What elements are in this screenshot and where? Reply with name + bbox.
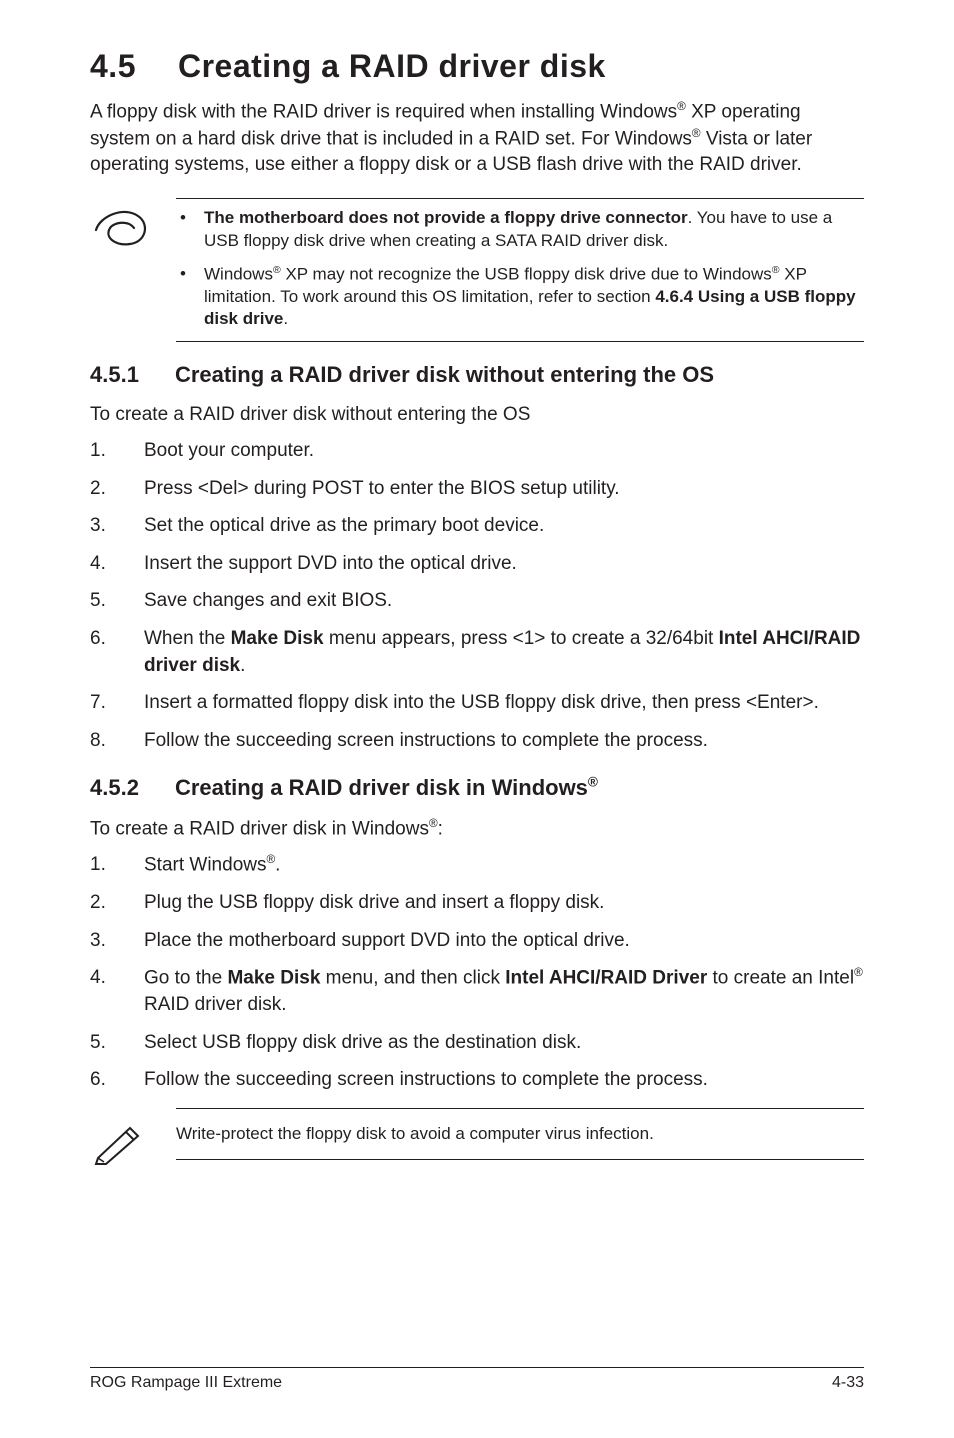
note-icon-cell — [90, 1108, 176, 1166]
page-root: 4.5 Creating a RAID driver disk A floppy … — [0, 0, 954, 1438]
tip-item: The motherboard does not provide a flopp… — [204, 207, 864, 252]
step-item: Start Windows®. — [90, 852, 864, 879]
tip-list: The motherboard does not provide a flopp… — [176, 207, 864, 331]
step-item: Boot your computer. — [90, 438, 864, 465]
step-item: Follow the succeeding screen instruction… — [90, 728, 864, 755]
subsection1-steps: Boot your computer. Press <Del> during PO… — [90, 438, 864, 754]
subsection-title-text: Creating a RAID driver disk without ente… — [175, 362, 714, 387]
step-item: Save changes and exit BIOS. — [90, 588, 864, 615]
subsection2-lead: To create a RAID driver disk in Windows®… — [90, 817, 864, 840]
step-item: Select USB floppy disk drive as the dest… — [90, 1030, 864, 1057]
pencil-icon — [90, 1118, 148, 1166]
step-item: Press <Del> during POST to enter the BIO… — [90, 476, 864, 503]
step-item: When the Make Disk menu appears, press <… — [90, 626, 864, 679]
step-item: Insert the support DVD into the optical … — [90, 551, 864, 578]
tip-body: The motherboard does not provide a flopp… — [176, 198, 864, 342]
step-item: Insert a formatted floppy disk into the … — [90, 690, 864, 717]
section-title-text: Creating a RAID driver disk — [178, 48, 606, 84]
step-item: Place the motherboard support DVD into t… — [90, 928, 864, 955]
subsection1-lead: To create a RAID driver disk without ent… — [90, 404, 864, 426]
subsection-title: 4.5.2 Creating a RAID driver disk in Wind… — [90, 774, 864, 800]
section-number: 4.5 — [90, 48, 136, 85]
intro-paragraph: A floppy disk with the RAID driver is re… — [90, 99, 864, 178]
subsection-title: 4.5.1 Creating a RAID driver disk without… — [90, 362, 864, 388]
tip-item: Windows® XP may not recognize the USB fl… — [204, 263, 864, 331]
subsection2-steps: Start Windows®. Plug the USB floppy disk … — [90, 852, 864, 1094]
step-item: Go to the Make Disk menu, and then click… — [90, 965, 864, 1019]
footer-right: 4-33 — [832, 1374, 864, 1392]
subsection-number: 4.5.2 — [90, 775, 139, 801]
note-text: Write-protect the floppy disk to avoid a… — [176, 1124, 654, 1143]
subsection-title-text: Creating a RAID driver disk in Windows® — [175, 775, 598, 800]
footer-left: ROG Rampage III Extreme — [90, 1374, 282, 1392]
section-title: 4.5 Creating a RAID driver disk — [90, 48, 864, 85]
step-item: Follow the succeeding screen instruction… — [90, 1067, 864, 1094]
paperclip-icon — [90, 208, 152, 250]
step-item: Plug the USB floppy disk drive and inser… — [90, 890, 864, 917]
tip-icon-cell — [90, 198, 176, 250]
step-item: Set the optical drive as the primary boo… — [90, 513, 864, 540]
page-footer: ROG Rampage III Extreme 4-33 — [90, 1367, 864, 1392]
subsection-number: 4.5.1 — [90, 362, 139, 388]
note-body: Write-protect the floppy disk to avoid a… — [176, 1108, 864, 1161]
note-callout: Write-protect the floppy disk to avoid a… — [90, 1108, 864, 1166]
tip-callout: The motherboard does not provide a flopp… — [90, 198, 864, 342]
